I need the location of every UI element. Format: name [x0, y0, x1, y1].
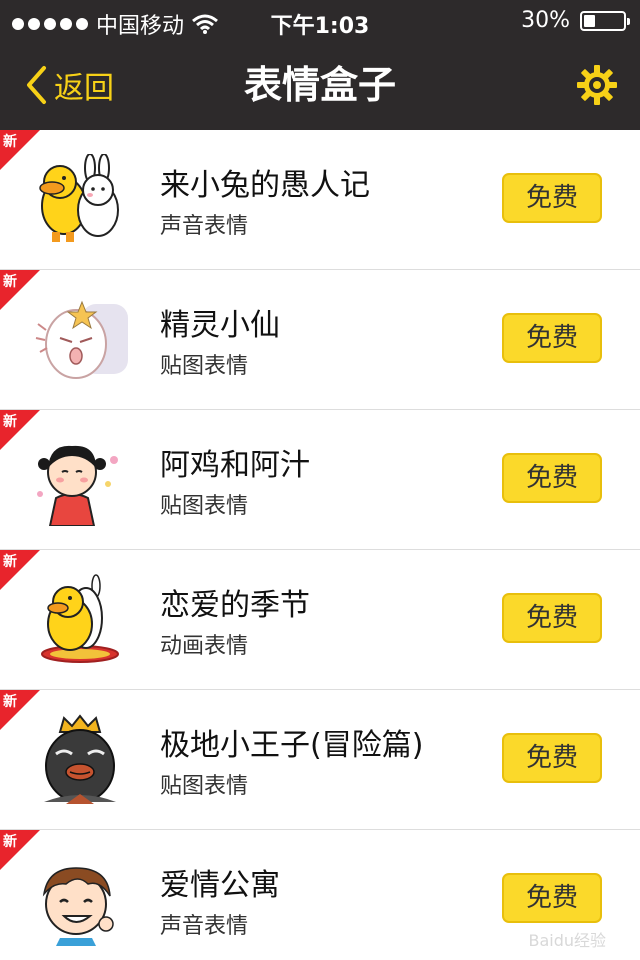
svg-text:新: 新	[3, 413, 17, 430]
hugging-duck-rabbit-sticker-icon	[41, 574, 119, 663]
item-title: 爱情公寓	[160, 868, 280, 903]
fairy-sticker-icon	[35, 300, 128, 379]
duck-and-rabbit-sticker-icon	[39, 154, 119, 242]
status-bar-right: 30%	[521, 8, 630, 33]
back-label: 返回	[54, 71, 114, 106]
free-download-button[interactable]: 免费	[502, 453, 602, 503]
list-item[interactable]: 新 极地小王子(冒险篇) 贴图表情 免费	[0, 690, 640, 830]
watermark: Baidu经验	[528, 931, 606, 950]
free-download-button[interactable]: 免费	[502, 313, 602, 363]
item-title: 阿鸡和阿汁	[160, 448, 310, 483]
battery-icon	[580, 10, 630, 31]
battery-level	[584, 14, 595, 27]
free-download-button[interactable]: 免费	[502, 593, 602, 643]
chevron-left-icon	[27, 66, 46, 104]
item-subtitle: 贴图表情	[160, 774, 249, 799]
svg-text:新: 新	[3, 133, 17, 150]
item-subtitle: 贴图表情	[160, 494, 249, 519]
free-download-button[interactable]: 免费	[502, 173, 602, 223]
item-subtitle: 声音表情	[160, 914, 249, 939]
item-title: 恋爱的季节	[160, 588, 310, 623]
settings-button[interactable]	[576, 64, 618, 106]
girl-with-pigtails-sticker-icon	[37, 445, 118, 526]
status-bar: 中国移动 下午1:03 30%	[0, 0, 640, 40]
free-download-button[interactable]: 免费	[502, 733, 602, 783]
svg-text:新: 新	[3, 273, 17, 290]
back-button[interactable]: 返回	[24, 62, 114, 108]
list-item[interactable]: 新 爱情公寓 声音表情 免费 Baidu经验	[0, 830, 640, 960]
item-title: 来小兔的愚人记	[160, 168, 370, 203]
gear-icon	[577, 65, 617, 105]
battery-percent: 30%	[521, 8, 570, 33]
list-item[interactable]: 新 来小兔的愚人记 声音表情 免费	[0, 130, 640, 270]
item-subtitle: 动画表情	[160, 634, 249, 659]
sticker-list: 新 来小兔的愚人记 声音表情 免费 新 精灵小仙 贴图表情 免费 新 阿鸡和阿汁…	[0, 130, 640, 960]
free-download-button[interactable]: 免费	[502, 873, 602, 923]
svg-text:新: 新	[3, 693, 17, 710]
list-item[interactable]: 新 恋爱的季节 动画表情 免费	[0, 550, 640, 690]
item-subtitle: 声音表情	[160, 214, 249, 239]
navigation-bar: 返回 表情盒子	[0, 40, 640, 130]
cartoon-boy-sticker-icon	[42, 867, 114, 946]
list-item[interactable]: 新 阿鸡和阿汁 贴图表情 免费	[0, 410, 640, 550]
list-item[interactable]: 新 精灵小仙 贴图表情 免费	[0, 270, 640, 410]
item-title: 极地小王子(冒险篇)	[160, 728, 424, 763]
item-title: 精灵小仙	[160, 308, 280, 343]
svg-text:新: 新	[3, 553, 17, 570]
crowned-bird-sticker-icon	[44, 714, 116, 804]
item-subtitle: 贴图表情	[160, 354, 249, 379]
svg-text:新: 新	[3, 833, 17, 850]
